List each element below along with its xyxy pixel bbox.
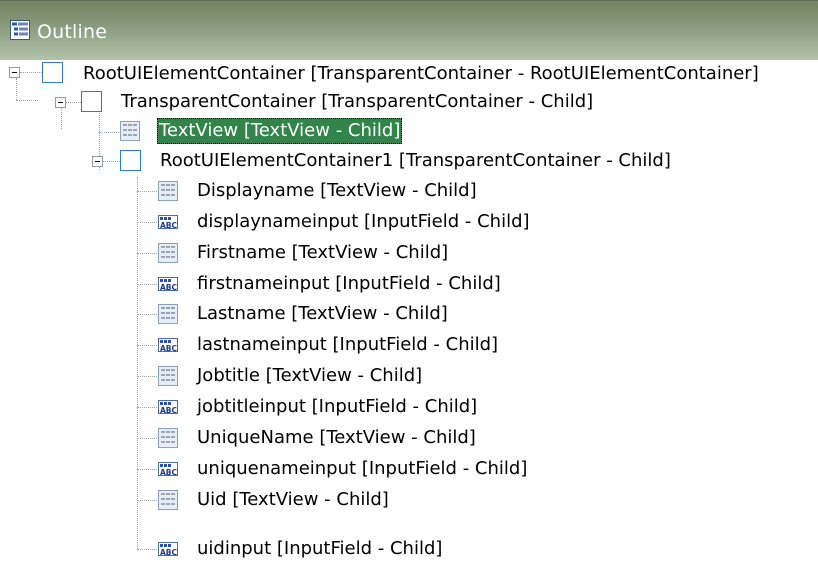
tree-item-label: lastnameinput [InputField - Child]	[197, 334, 499, 355]
svg-text:ABC: ABC	[160, 406, 178, 415]
inputfield-icon: ABC	[157, 273, 179, 295]
tree-row[interactable]: ABC jobtitleinput [InputField - Child]	[0, 393, 818, 421]
tree-item-label: jobtitleinput [InputField - Child]	[197, 396, 478, 417]
tree-row[interactable]: Displayname [TextView - Child]	[0, 177, 818, 205]
tree-row[interactable]: RootUIElementContainer1 [TransparentCont…	[0, 147, 818, 175]
tree-item-label: RootUIElementContainer1 [TransparentCont…	[160, 150, 671, 171]
tree-item-label: Lastname [TextView - Child]	[197, 303, 448, 324]
tree-item-label: Firstname [TextView - Child]	[197, 242, 449, 263]
outline-view-header: Outline	[0, 0, 818, 60]
inputfield-icon: ABC	[157, 396, 179, 418]
textview-icon	[157, 427, 179, 449]
tree-row[interactable]: Firstname [TextView - Child]	[0, 239, 818, 267]
tree-row[interactable]: ABC displaynameinput [InputField - Child…	[0, 208, 818, 236]
container-icon	[42, 62, 63, 83]
tree-row[interactable]: Jobtitle [TextView - Child]	[0, 362, 818, 390]
textview-icon	[157, 303, 179, 325]
textview-icon	[157, 365, 179, 387]
textview-icon	[157, 242, 179, 264]
tree-row-selected[interactable]: TextView [TextView - Child]	[0, 117, 818, 145]
tree-row[interactable]: TransparentContainer [TransparentContain…	[0, 88, 818, 116]
inputfield-icon: ABC	[157, 334, 179, 356]
svg-text:ABC: ABC	[160, 468, 178, 477]
container-icon	[81, 91, 102, 112]
textview-icon	[119, 120, 141, 142]
tree-row[interactable]: RootUIElementContainer [TransparentConta…	[0, 60, 818, 88]
tree-item-label: uniquenameinput [InputField - Child]	[197, 458, 528, 479]
collapse-toggle[interactable]	[55, 97, 66, 108]
tree-row[interactable]: ABC firstnameinput [InputField - Child]	[0, 270, 818, 298]
svg-text:ABC: ABC	[160, 283, 178, 292]
tree-row[interactable]: UniqueName [TextView - Child]	[0, 424, 818, 452]
svg-text:ABC: ABC	[160, 221, 178, 230]
container-icon	[120, 150, 141, 171]
inputfield-icon: ABC	[157, 538, 179, 560]
tree-item-label: Uid [TextView - Child]	[197, 489, 389, 510]
tree-row[interactable]: Lastname [TextView - Child]	[0, 300, 818, 328]
tree-row[interactable]: ABC lastnameinput [InputField - Child]	[0, 331, 818, 359]
outline-tree[interactable]: RootUIElementContainer [TransparentConta…	[0, 60, 818, 565]
svg-text:ABC: ABC	[160, 548, 178, 557]
collapse-toggle[interactable]	[92, 156, 103, 167]
tree-item-label: firstnameinput [InputField - Child]	[197, 273, 501, 294]
view-title: Outline	[37, 21, 108, 43]
tree-item-label: uidinput [InputField - Child]	[197, 538, 443, 559]
tree-item-label: Displayname [TextView - Child]	[197, 180, 477, 201]
tree-item-label: UniqueName [TextView - Child]	[197, 427, 476, 448]
inputfield-icon: ABC	[157, 211, 179, 233]
tree-item-label: TransparentContainer [TransparentContain…	[121, 91, 594, 112]
textview-icon	[157, 180, 179, 202]
tree-row[interactable]: Uid [TextView - Child]	[0, 486, 818, 514]
tree-row[interactable]: ABC uidinput [InputField - Child]	[0, 535, 818, 563]
tree-item-label: Jobtitle [TextView - Child]	[197, 365, 423, 386]
collapse-toggle[interactable]	[9, 67, 20, 78]
outline-view-icon	[10, 20, 30, 44]
tree-item-label: TextView [TextView - Child]	[157, 118, 403, 144]
inputfield-icon: ABC	[157, 458, 179, 480]
tree-item-label: displaynameinput [InputField - Child]	[197, 211, 530, 232]
tree-item-label: RootUIElementContainer [TransparentConta…	[83, 63, 759, 84]
tree-row[interactable]: ABC uniquenameinput [InputField - Child]	[0, 455, 818, 483]
svg-text:ABC: ABC	[160, 344, 178, 353]
textview-icon	[157, 489, 179, 511]
